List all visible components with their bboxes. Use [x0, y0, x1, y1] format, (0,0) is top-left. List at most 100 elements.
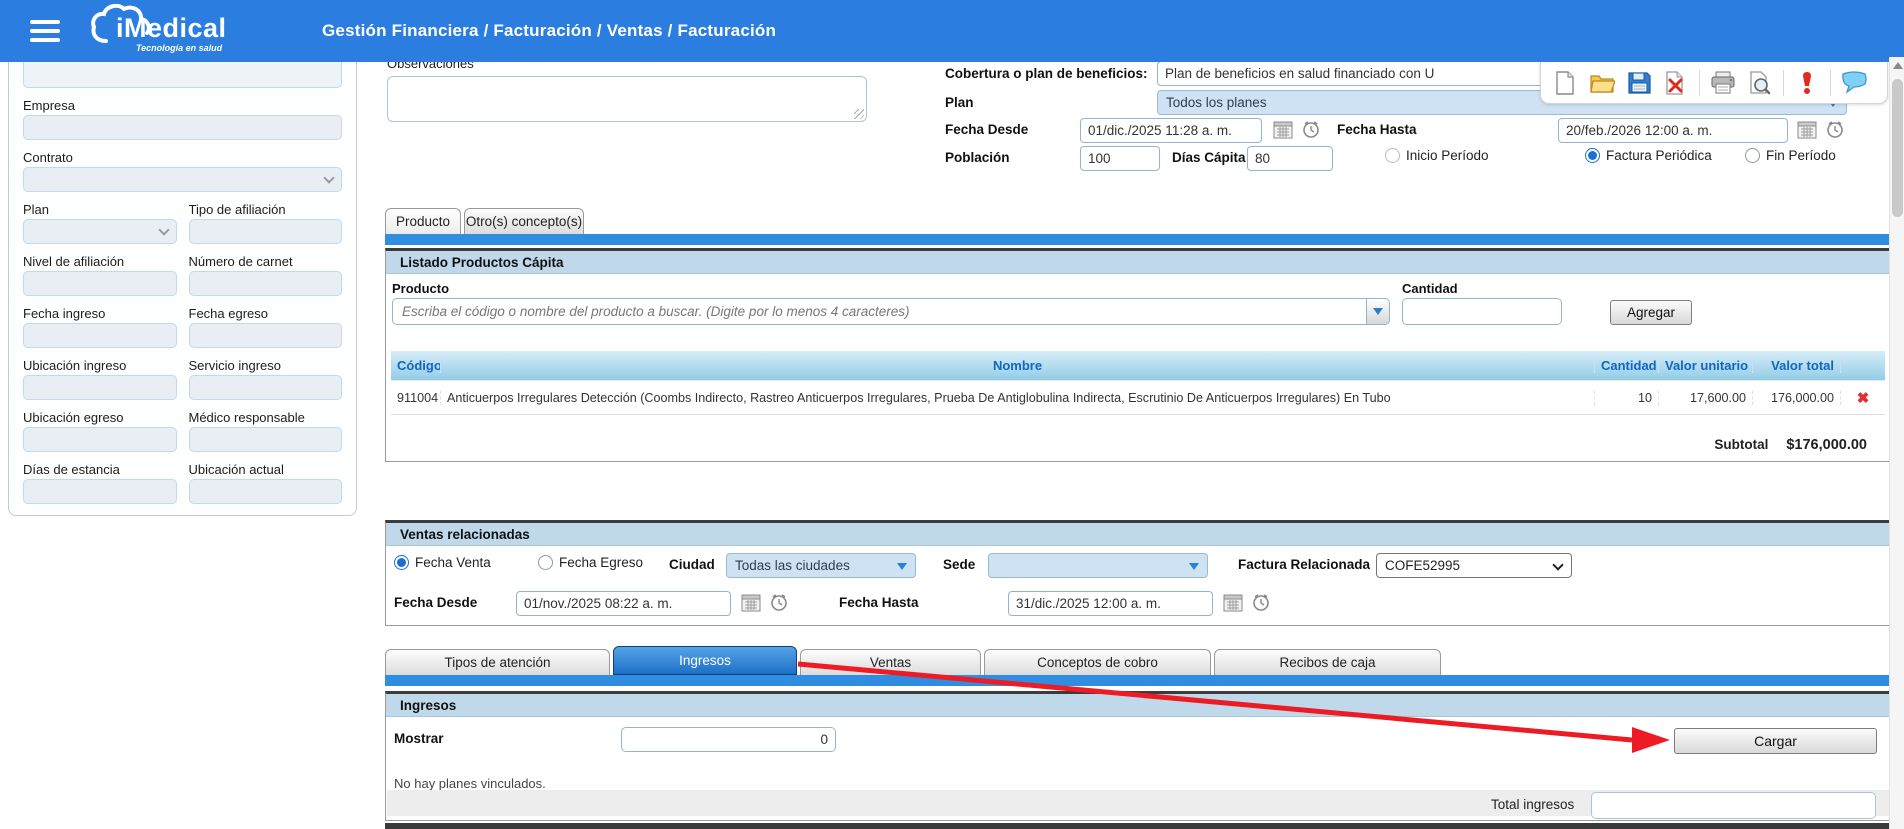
dropdown-button[interactable] — [1366, 298, 1390, 325]
chevron-down-icon — [1373, 308, 1383, 315]
clock-icon[interactable] — [1251, 592, 1271, 615]
tab-conceptos-de-cobro[interactable]: Conceptos de cobro — [984, 649, 1211, 675]
ventas-fecha-hasta-input[interactable] — [1008, 591, 1213, 616]
cell-valor-total: 176,000.00 — [1753, 391, 1841, 405]
ciudad-dropdown[interactable]: Todas las ciudades — [726, 553, 916, 578]
col-nombre[interactable]: Nombre — [441, 358, 1595, 373]
patient-info-panel: Empresa Contrato Plan Tipo de afiliación… — [8, 40, 357, 516]
col-cantidad[interactable]: Cantidad — [1595, 358, 1659, 373]
vertical-scrollbar[interactable] — [1889, 57, 1904, 829]
logo-subtitle: Tecnología en salud — [136, 43, 222, 53]
clock-icon[interactable] — [1301, 119, 1321, 142]
alert-icon[interactable] — [1793, 70, 1821, 96]
chevron-down-icon — [897, 563, 907, 570]
dias-estancia-field[interactable] — [23, 479, 177, 504]
clock-icon[interactable] — [769, 592, 789, 615]
radio-factura-periodica[interactable]: Factura Periódica — [1585, 148, 1712, 163]
plan-select[interactable] — [23, 219, 177, 244]
sede-dropdown[interactable] — [988, 553, 1208, 578]
fecha-desde-input[interactable] — [1080, 118, 1262, 143]
radio-selected-icon — [1585, 148, 1600, 163]
section-title: Ingresos — [386, 694, 1889, 717]
contrato-select[interactable] — [23, 167, 342, 192]
col-valor-total[interactable]: Valor total — [1753, 358, 1841, 373]
ubicacion-egreso-field[interactable] — [23, 427, 177, 452]
poblacion-input[interactable] — [1080, 146, 1160, 171]
empresa-field[interactable] — [23, 115, 342, 140]
scroll-up-icon[interactable] — [1893, 62, 1903, 69]
calendar-icon[interactable] — [1273, 120, 1293, 142]
tab-otros-conceptos[interactable]: Otro(s) concepto(s) — [464, 208, 584, 234]
fecha-hasta-input[interactable] — [1558, 118, 1788, 143]
radio-label: Fecha Venta — [415, 555, 491, 570]
field-label: Ubicación egreso — [23, 410, 177, 427]
open-folder-icon[interactable] — [1588, 70, 1616, 96]
ubicacion-actual-field[interactable] — [189, 479, 343, 504]
calendar-icon[interactable] — [741, 593, 761, 615]
cantidad-input[interactable] — [1402, 298, 1562, 325]
fecha-hasta-label: Fecha Hasta — [1337, 122, 1417, 137]
factura-relacionada-value: COFE52995 — [1385, 558, 1460, 573]
delete-row-icon[interactable]: ✖ — [1857, 390, 1870, 407]
field-label: Número de carnet — [189, 254, 343, 271]
fecha-egreso-field[interactable] — [189, 323, 343, 348]
field-label: Fecha ingreso — [23, 306, 177, 323]
sidebar-top-field[interactable] — [23, 62, 342, 88]
tab-tipos-de-atencion[interactable]: Tipos de atención — [385, 649, 610, 675]
clock-icon[interactable] — [1825, 119, 1845, 142]
radio-inicio-periodo[interactable]: Inicio Período — [1385, 148, 1489, 163]
tab-ingresos[interactable]: Ingresos — [613, 646, 797, 675]
tab-recibos-de-caja[interactable]: Recibos de caja — [1214, 649, 1441, 675]
servicio-ingreso-field[interactable] — [189, 375, 343, 400]
scrollbar-thumb[interactable] — [1892, 79, 1903, 217]
radio-fin-periodo[interactable]: Fin Período — [1745, 148, 1836, 163]
field-label: Tipo de afiliación — [189, 202, 343, 219]
cobertura-field[interactable]: Plan de beneficios en salud financiado c… — [1157, 61, 1557, 86]
radio-label: Fecha Egreso — [559, 555, 643, 570]
agregar-button[interactable]: Agregar — [1610, 300, 1692, 325]
delete-document-icon[interactable] — [1662, 70, 1690, 96]
radio-fecha-egreso[interactable]: Fecha Egreso — [538, 555, 643, 570]
observaciones-textarea[interactable] — [387, 76, 867, 122]
comment-icon[interactable] — [1840, 70, 1868, 96]
numero-carnet-field[interactable] — [189, 271, 343, 296]
radio-label: Inicio Período — [1406, 148, 1489, 163]
resize-grip-icon[interactable] — [854, 109, 864, 119]
detail-tabs: Tipos de atención Ingresos Ventas Concep… — [385, 646, 1441, 675]
producto-search-input[interactable] — [392, 298, 1366, 325]
calendar-icon[interactable] — [1797, 120, 1817, 142]
dias-capita-input[interactable] — [1247, 146, 1333, 171]
total-ingresos-input[interactable] — [1591, 792, 1876, 819]
ventas-fecha-desde-input[interactable] — [516, 591, 731, 616]
cargar-button[interactable]: Cargar — [1674, 728, 1877, 754]
ciudad-value: Todas las ciudades — [735, 558, 850, 573]
ubicacion-ingreso-field[interactable] — [23, 375, 177, 400]
cell-cantidad: 10 — [1595, 391, 1659, 405]
new-document-icon[interactable] — [1551, 70, 1579, 96]
tipo-afiliacion-field[interactable] — [189, 219, 343, 244]
fecha-ingreso-field[interactable] — [23, 323, 177, 348]
tab-producto[interactable]: Producto — [385, 208, 461, 234]
factura-relacionada-label: Factura Relacionada — [1238, 557, 1370, 572]
ingresos-section: Ingresos Mostrar Cargar No hay planes vi… — [385, 691, 1890, 821]
save-icon[interactable] — [1625, 70, 1653, 96]
col-valor-unitario[interactable]: Valor unitario — [1659, 358, 1753, 373]
empty-message: No hay planes vinculados. — [394, 776, 546, 791]
medico-responsable-field[interactable] — [189, 427, 343, 452]
preview-icon[interactable] — [1746, 70, 1774, 96]
radio-icon — [1745, 148, 1760, 163]
total-ingresos-label: Total ingresos — [1491, 797, 1574, 812]
factura-relacionada-select[interactable]: COFE52995 — [1376, 553, 1572, 578]
calendar-icon[interactable] — [1223, 593, 1243, 615]
chevron-down-icon — [323, 172, 334, 183]
mostrar-input[interactable] — [621, 727, 836, 752]
nivel-afiliacion-field[interactable] — [23, 271, 177, 296]
menu-icon[interactable] — [30, 20, 60, 42]
col-codigo[interactable]: Código — [391, 358, 441, 373]
tab-strip — [385, 675, 1890, 686]
tab-ventas[interactable]: Ventas — [800, 649, 981, 675]
radio-fecha-venta[interactable]: Fecha Venta — [394, 555, 491, 570]
field-label: Contrato — [23, 150, 342, 167]
print-icon[interactable] — [1709, 70, 1737, 96]
tab-strip — [385, 234, 1890, 245]
